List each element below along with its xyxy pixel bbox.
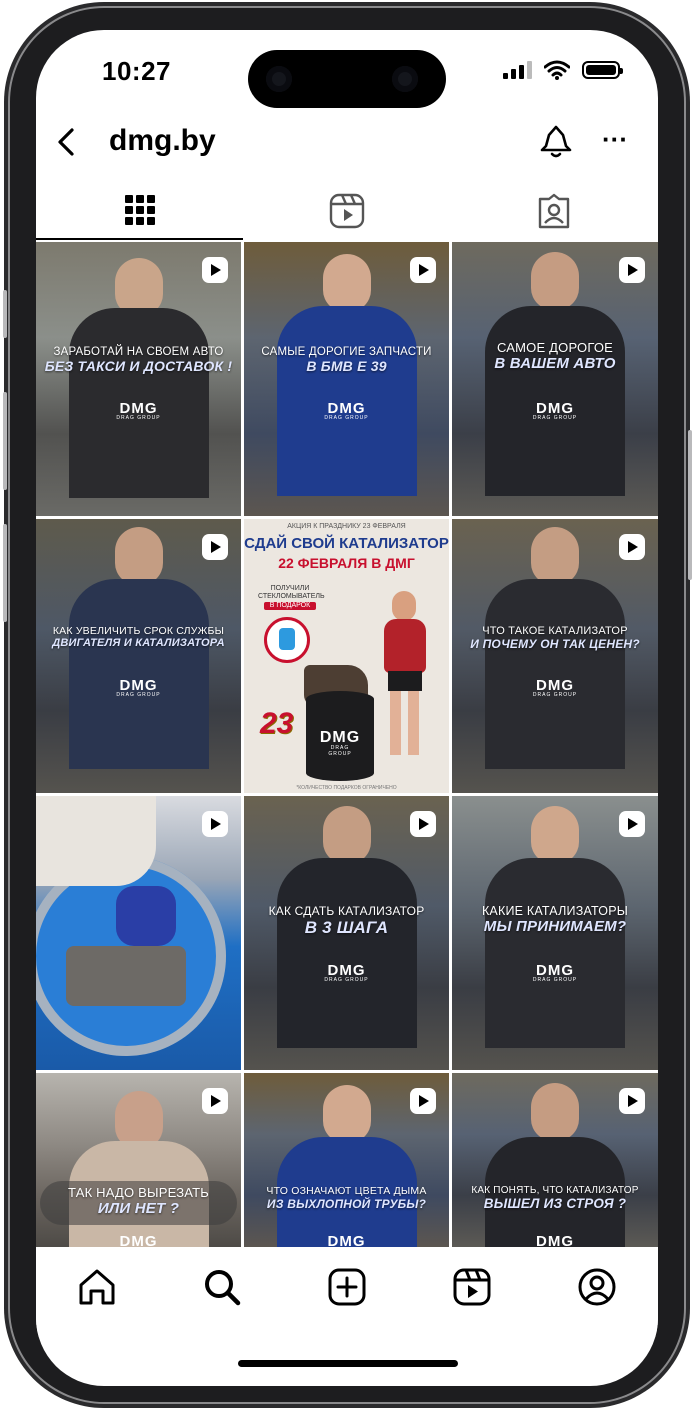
post-tile[interactable]: DMG DRAG GROUP КАК УВЕЛИЧИТЬ СРОК СЛУЖБЫ … — [36, 519, 241, 793]
post-tile[interactable] — [36, 796, 241, 1070]
tagged-icon — [538, 193, 569, 229]
promo-title: СДАЙ СВОЙ КАТАЛИЗАТОР — [244, 535, 449, 552]
plus-square-icon[interactable] — [327, 1267, 367, 1307]
brand-logo: DMG DRAG GROUP — [116, 677, 161, 698]
tab-tagged[interactable] — [450, 182, 657, 240]
reel-badge-icon — [202, 1088, 228, 1114]
tab-reels[interactable] — [243, 182, 450, 240]
profile-header: dmg.by ··· — [36, 114, 658, 170]
reels-icon — [329, 193, 364, 229]
side-button — [688, 430, 692, 580]
promo-subtitle: 22 ФЕВРАЛЯ В ДМГ — [278, 555, 415, 571]
promo-gift-text: ПОЛУЧИЛИ СТЕКЛОМЫВАТЕЛЬ В ПОДАРОК — [258, 585, 325, 610]
camera-icon — [266, 66, 292, 92]
search-icon[interactable] — [202, 1267, 242, 1307]
reel-badge-icon — [619, 811, 645, 837]
side-button — [3, 524, 7, 622]
dynamic-island — [248, 50, 446, 108]
side-button — [3, 392, 7, 490]
promo-top-text: АКЦИЯ К ПРАЗДНИКУ 23 ФЕВРАЛЯ — [287, 523, 406, 530]
tab-grid[interactable] — [36, 182, 243, 240]
brand-logo: DMG DRAG GROUP — [532, 400, 578, 421]
post-caption: КАК УВЕЛИЧИТЬ СРОК СЛУЖБЫ ДВИГАТЕЛЯ И КА… — [52, 625, 225, 649]
post-caption: КАКИЕ КАТАЛИЗАТОРЫ МЫ ПРИНИМАЕМ? — [481, 904, 629, 935]
grid-icon — [124, 195, 155, 225]
bell-icon[interactable] — [536, 122, 576, 162]
brand-logo: DMG — [327, 1233, 366, 1248]
badge-23: 23 — [260, 707, 294, 740]
barrel: DMG DRAG GROUP — [306, 691, 374, 781]
reel-badge-icon — [202, 257, 228, 283]
screen: 10:27 dmg.by ··· DMG DRAG GROUP ЗАРАБОТА… — [36, 30, 658, 1386]
home-indicator[interactable] — [238, 1360, 458, 1367]
brand-logo: DMG DRAG GROUP — [324, 400, 369, 421]
wifi-icon — [544, 60, 570, 80]
brand-logo: DMG DRAG GROUP — [116, 400, 161, 421]
post-caption: ЧТО ТАКОЕ КАТАЛИЗАТОР И ПОЧЕМУ ОН ТАК ЦЕ… — [470, 625, 640, 651]
post-tile[interactable]: DMG DRAG GROUP КАКИЕ КАТАЛИЗАТОРЫ МЫ ПРИН… — [452, 796, 658, 1070]
reel-badge-icon — [410, 1088, 436, 1114]
posts-grid: DMG DRAG GROUP ЗАРАБОТАЙ НА СВОЕМ АВТО БЕ… — [36, 242, 658, 1248]
brand-logo: DMG — [536, 1233, 574, 1248]
reel-badge-icon — [202, 811, 228, 837]
post-tile[interactable]: DMG DRAG GROUP САМОЕ ДОРОГОЕ В ВАШЕМ АВТО — [452, 242, 658, 516]
sleeve — [36, 796, 156, 886]
reel-badge-icon — [619, 1088, 645, 1114]
post-tile[interactable]: ТАК НАДО ВЫРЕЗАТЬ ИЛИ НЕТ ? DMG — [36, 1073, 241, 1248]
reel-badge-icon — [410, 811, 436, 837]
battery-icon — [582, 61, 623, 79]
post-caption: ТАК НАДО ВЫРЕЗАТЬ ИЛИ НЕТ ? — [68, 1185, 209, 1217]
promo-model — [378, 591, 434, 761]
chevron-left-icon[interactable] — [50, 124, 86, 160]
bottom-navigation — [36, 1247, 658, 1337]
status-icons — [503, 60, 623, 80]
reel-badge-icon — [619, 257, 645, 283]
brand-logo: DMG DRAG GROUP — [532, 677, 578, 698]
post-caption: САМОЕ ДОРОГОЕ В ВАШЕМ АВТО — [494, 340, 616, 372]
profile-icon[interactable] — [577, 1267, 617, 1307]
side-button — [3, 290, 7, 338]
post-tile[interactable]: ЧТО ОЗНАЧАЮТ ЦВЕТА ДЫМА ИЗ ВЫХЛОПНОЙ ТРУ… — [244, 1073, 449, 1248]
post-tile[interactable]: DMG DRAG GROUP ЗАРАБОТАЙ НА СВОЕМ АВТО БЕ… — [36, 242, 241, 516]
reels-icon[interactable] — [452, 1267, 492, 1307]
profile-username: dmg.by — [109, 124, 216, 157]
catalyst-pieces — [66, 946, 186, 1006]
reel-badge-icon — [202, 534, 228, 560]
post-tile-promo[interactable]: АКЦИЯ К ПРАЗДНИКУ 23 ФЕВРАЛЯ СДАЙ СВОЙ К… — [244, 519, 449, 793]
reel-badge-icon — [410, 257, 436, 283]
promo-footnote: *КОЛИЧЕСТВО ПОДАРКОВ ОГРАНИЧЕНО — [296, 785, 397, 791]
brand-logo: DMG — [119, 1233, 158, 1248]
post-caption: САМЫЕ ДОРОГИЕ ЗАПЧАСТИ В БМВ Е 39 — [261, 346, 432, 374]
brand-logo: DMG DRAG GROUP — [532, 962, 578, 983]
post-tile[interactable]: DMG DRAG GROUP САМЫЕ ДОРОГИЕ ЗАПЧАСТИ В Б… — [244, 242, 449, 516]
post-tile[interactable]: DMG DRAG GROUP КАК СДАТЬ КАТАЛИЗАТОР В 3 … — [244, 796, 449, 1070]
brand-logo: DMG DRAG GROUP — [319, 729, 361, 757]
post-tile[interactable]: DMG DRAG GROUP ЧТО ТАКОЕ КАТАЛИЗАТОР И ПО… — [452, 519, 658, 793]
gift-icon — [264, 617, 310, 663]
more-options-button[interactable]: ··· — [598, 126, 632, 160]
status-time: 10:27 — [102, 56, 171, 86]
profile-tabs — [36, 182, 658, 240]
glove — [116, 886, 176, 946]
signal-icon — [503, 61, 532, 79]
post-tile[interactable]: КАК ПОНЯТЬ, ЧТО КАТАЛИЗАТОР ВЫШЕЛ ИЗ СТР… — [452, 1073, 658, 1248]
post-caption: КАК ПОНЯТЬ, ЧТО КАТАЛИЗАТОР ВЫШЕЛ ИЗ СТР… — [471, 1185, 639, 1211]
camera-icon — [392, 66, 418, 92]
post-caption: ЗАРАБОТАЙ НА СВОЕМ АВТО БЕЗ ТАКСИ И ДОСТ… — [44, 346, 233, 374]
post-caption: ЧТО ОЗНАЧАЮТ ЦВЕТА ДЫМА ИЗ ВЫХЛОПНОЙ ТРУ… — [266, 1185, 427, 1211]
post-caption: КАК СДАТЬ КАТАЛИЗАТОР В 3 ШАГА — [268, 904, 425, 937]
reel-badge-icon — [619, 534, 645, 560]
home-icon[interactable] — [77, 1267, 117, 1307]
brand-logo: DMG DRAG GROUP — [324, 962, 369, 983]
